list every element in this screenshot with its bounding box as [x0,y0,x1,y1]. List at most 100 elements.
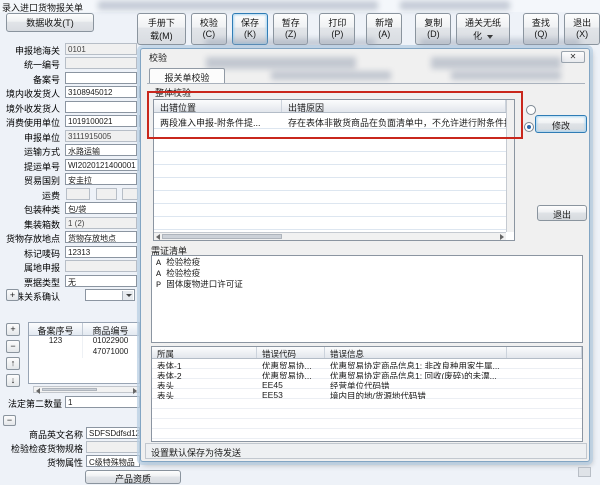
chevron-down-icon [122,291,133,300]
error-detail-grid[interactable]: 所属 错误代码 错误信息 表体-1 优惠贸易协... 优惠贸易协定商品信息1: … [151,346,583,442]
scrollbar-thumb[interactable] [42,388,97,391]
col-error-code: 错误代码 [257,347,325,358]
freight-box-3[interactable] [122,188,138,200]
bill-of-lading-field[interactable]: WI2020121400001 [65,159,139,171]
local-declare-field[interactable] [65,260,137,272]
scope-cell: 表体-2 [157,371,182,379]
collapse-minus-button[interactable]: − [3,415,16,426]
table-row[interactable]: 表头 EE53 境内目的地/货源地代码错 [152,389,582,399]
field-label-trade-country: 贸易国别 [23,176,60,186]
modify-button[interactable]: 修改 [535,115,587,133]
move-up-button[interactable]: ↑ [6,357,20,370]
data-send-button[interactable]: 数据收发(T) [6,13,94,32]
storage-place-field[interactable]: 货物存放地点 [65,231,137,243]
list-item[interactable]: A 检验检疫 [156,258,578,269]
code-cell: 优惠贸易协... [262,361,312,369]
list-item[interactable]: P 固体废物进口许可证 [156,280,578,291]
cell-commodity-code: 01022900 [83,336,139,347]
message-cell: 优惠贸易协定商品信息1: 非改良种用家牛属... [330,361,500,369]
ciq-spec-label: 检验检疫货物规格 [10,444,83,454]
document-type-field[interactable]: 无 [65,275,137,287]
blur-redaction [400,1,510,10]
consumer-unit-field[interactable]: 1019100021 [65,115,137,127]
product-qualification-button[interactable]: 产品资质 [85,470,181,484]
trade-country-field[interactable]: 安圭拉 [65,173,137,185]
domestic-consignee-field[interactable]: 3108945012 [65,86,137,98]
scope-cell: 表头 [157,391,175,399]
unified-number-field[interactable] [65,57,137,69]
qty2-label: 法定第二数量 [7,399,62,409]
move-down-button[interactable]: ↓ [6,374,20,387]
radio-option-1[interactable] [526,105,536,115]
tab-declaration-validation[interactable]: 报关单校验 [149,68,225,84]
window-resize-corner [578,467,591,477]
record-number-field[interactable] [65,72,137,84]
marks-numbers-field[interactable]: 12313 [65,246,137,258]
cell-commodity-code: 47071000 [83,347,139,358]
expand-plus-button[interactable]: + [6,289,19,301]
overseas-consignor-field[interactable] [65,101,137,113]
message-cell: 经营单位代码错 [330,381,390,389]
field-label-document-type: 票据类型 [23,278,60,288]
ciq-spec-field[interactable] [86,441,140,453]
blur-redaction [431,57,561,69]
table-row[interactable]: 123 01022900 [29,336,139,347]
field-label-bill-no: 提运单号 [23,162,60,172]
code-cell: 优惠贸易协... [262,371,312,379]
error-highlight-box [147,91,523,139]
radio-option-2[interactable] [524,122,534,132]
en-name-field[interactable]: SDFSDdfsd12 [86,427,140,439]
tab-divider [147,83,585,84]
code-cell: EE53 [262,390,283,399]
customs-district-field[interactable]: 0101 [65,43,137,55]
table-row[interactable]: 47071000 [29,347,139,358]
field-label-overseas-consignor: 境外收发货人 [5,104,60,114]
special-relation-select[interactable] [85,289,135,301]
detail-grid-header: 所属 错误代码 错误信息 [152,347,582,359]
field-label-local-declare: 属地申报 [23,263,60,273]
dialog-title: 校验 [149,53,168,63]
blur-redaction [206,57,356,69]
item-table[interactable]: 备案序号 商品编号 123 01022900 47071000 [28,322,140,384]
field-label-storage-place: 货物存放地点 [5,234,60,244]
col-scope: 所属 [152,347,257,358]
close-icon[interactable]: ✕ [561,51,585,63]
goods-attr-field[interactable]: C级特殊物品 [86,455,140,467]
blur-redaction [271,71,391,80]
cell-record-seq: 123 [29,336,83,347]
detail-grid-body: 表体-1 优惠贸易协... 优惠贸易协定商品信息1: 非改良种用家牛属... 表… [152,359,582,441]
cert-list[interactable]: A 检验检疫 A 检验检疫 P 固体废物进口许可证 [151,255,583,343]
error-grid-hscrollbar[interactable] [154,232,506,240]
manual-download-button[interactable]: 手册下载(M) [137,13,186,45]
declaring-unit-field[interactable]: 3111915005 [65,130,137,142]
blur-redaction [98,1,378,10]
remove-item-button[interactable]: − [6,340,20,353]
item-table-hscrollbar[interactable] [33,386,140,394]
transport-mode-field[interactable]: 水路运输 [65,144,137,156]
field-label-unified-no: 统一编号 [23,60,60,70]
table-row[interactable]: 表头 EE45 经营单位代码错 [152,379,582,389]
scroll-left-icon[interactable] [156,234,160,240]
cell-record-seq [29,347,83,358]
container-count-field[interactable]: 1 (2) [65,217,137,229]
freight-box-2[interactable] [96,188,117,200]
qty2-field[interactable]: 1 [65,396,140,408]
dialog-status-bar: 设置默认保存为待发送 [145,443,587,459]
dialog-exit-button[interactable]: 退出 [537,205,587,221]
table-row[interactable]: 表体-2 优惠贸易协... 优惠贸易协定商品信息1: 回收(废碎)的未漂... [152,369,582,379]
scrollbar-thumb[interactable] [162,234,282,239]
scroll-left-icon[interactable] [36,388,40,394]
message-cell: 境内目的地/货源地代码错 [330,391,426,399]
add-item-button[interactable]: + [6,323,20,336]
scroll-right-icon[interactable] [500,234,504,240]
col-commodity-code: 商品编号 [83,323,139,336]
col-error-message: 错误信息 [325,347,507,358]
field-label-customs: 申报地海关 [14,46,60,56]
freight-box-1[interactable] [66,188,90,200]
field-label-declaring-unit: 申报单位 [23,133,60,143]
scroll-right-icon[interactable] [133,388,137,394]
table-row[interactable]: 表体-1 优惠贸易协... 优惠贸易协定商品信息1: 非改良种用家牛属... [152,359,582,369]
list-item[interactable]: A 检验检疫 [156,269,578,280]
field-label-record-no: 备案号 [32,75,60,85]
package-type-field[interactable]: 包/袋 [65,202,137,214]
